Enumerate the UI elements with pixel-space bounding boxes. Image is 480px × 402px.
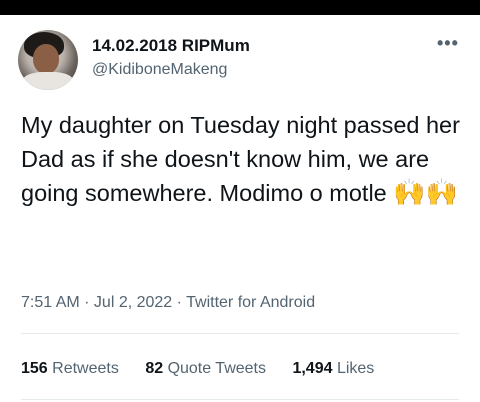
more-options-icon[interactable]: ••• [437,33,459,54]
tweet-date[interactable]: Jul 2, 2022 [94,294,172,311]
likes-stat[interactable]: 1,494 Likes [292,360,374,378]
meta-separator: · [79,294,94,311]
tweet-meta: 7:51 AM · Jul 2, 2022 · Twitter for Andr… [21,294,315,312]
likes-count: 1,494 [292,360,333,377]
avatar-shirt [22,72,74,90]
avatar[interactable] [18,30,78,90]
quote-tweets-label: Quote Tweets [167,360,266,377]
quote-tweets-stat[interactable]: 82 Quote Tweets [145,360,266,378]
quote-tweets-count: 82 [145,360,164,377]
likes-label: Likes [336,360,375,377]
retweets-stat[interactable]: 156 Retweets [21,360,119,378]
status-bar [0,0,480,15]
tweet-time[interactable]: 7:51 AM [21,294,80,311]
divider [21,399,459,400]
display-name[interactable]: 14.02.2018 RIPMum [92,36,250,56]
tweet-source[interactable]: Twitter for Android [186,294,315,311]
retweets-count: 156 [21,360,48,377]
meta-separator: · [172,294,187,311]
tweet-stats: 156 Retweets 82 Quote Tweets 1,494 Likes [21,360,396,378]
user-handle[interactable]: @KidiboneMakeng [92,61,227,79]
retweets-label: Retweets [52,360,119,377]
avatar-face [33,44,59,74]
tweet-text: My daughter on Tuesday night passed her … [21,108,461,210]
divider [21,333,459,334]
raising-hands-emoji: 🙌🙌 [393,178,459,208]
